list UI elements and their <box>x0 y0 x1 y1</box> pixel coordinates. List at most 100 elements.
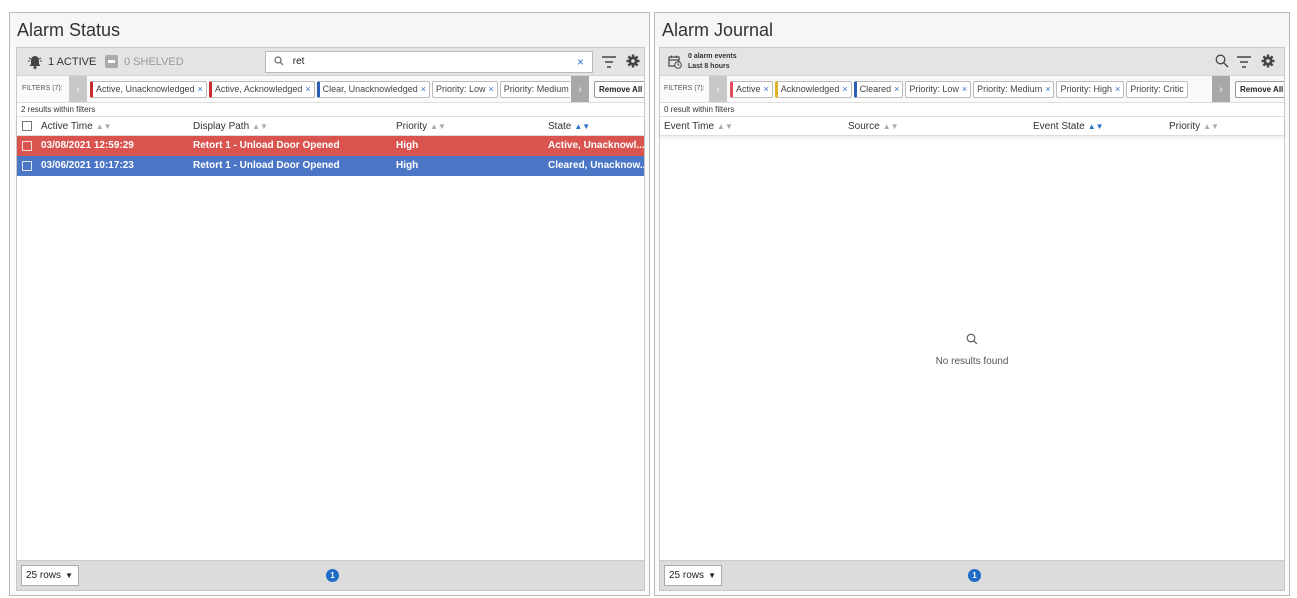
filter-chip[interactable]: Priority: Low × <box>431 81 498 98</box>
chevron-right-icon: › <box>1219 84 1223 95</box>
page-1-button[interactable]: 1 <box>326 569 339 582</box>
sort-icon: ▲▼ <box>882 122 899 131</box>
alarm-events-count[interactable]: 0 alarm events <box>688 53 737 60</box>
close-icon[interactable]: × <box>764 84 769 94</box>
search-icon <box>966 333 978 345</box>
column-label: Event State <box>1033 121 1085 132</box>
alarm-journal-title: Alarm Journal <box>655 13 1289 47</box>
search-icon <box>274 56 284 66</box>
cell-active-time: 03/06/2021 10:17:23 <box>41 160 134 171</box>
filters-scroll-left[interactable]: ‹ <box>709 76 727 102</box>
row-checkbox[interactable] <box>22 141 32 151</box>
filter-chip[interactable]: Clear, Unacknowledged × <box>316 81 430 98</box>
active-count[interactable]: 1 ACTIVE <box>48 56 96 68</box>
column-label: State <box>548 121 572 132</box>
filters-scroll-left[interactable]: ‹ <box>69 76 87 102</box>
close-icon[interactable]: × <box>198 84 203 94</box>
filter-icon[interactable] <box>1237 56 1251 68</box>
page-1-button[interactable]: 1 <box>968 569 981 582</box>
filter-chips: Active, Unacknowledged × Active, Acknowled… <box>90 81 570 98</box>
cell-state: Cleared, Unacknow... <box>548 160 644 171</box>
close-icon[interactable]: × <box>489 84 494 94</box>
cell-state: Active, Unacknowl... <box>548 140 644 151</box>
alarm-status-panel: Alarm Status 1 ACTIVE 0 SHELVED ret × FI… <box>9 12 650 596</box>
filter-chip[interactable]: Active, Acknowledged × <box>208 81 315 98</box>
table-footer: 25 rows ▼ 1 <box>17 560 644 590</box>
caret-down-icon: ▼ <box>65 571 73 580</box>
gear-icon[interactable] <box>1261 54 1275 68</box>
filters-scroll-right[interactable]: › <box>571 76 589 102</box>
cell-active-time: 03/08/2021 12:59:29 <box>41 140 134 151</box>
close-icon[interactable]: × <box>305 84 310 94</box>
table-row[interactable]: 03/08/2021 12:59:29 Retort 1 - Unload Do… <box>17 136 644 156</box>
calendar-clock-icon[interactable] <box>668 55 682 69</box>
filter-chip[interactable]: Cleared × <box>853 81 904 98</box>
filter-icon[interactable] <box>602 56 616 68</box>
search-input[interactable]: ret × <box>265 51 593 73</box>
search-icon[interactable] <box>1215 54 1229 68</box>
date-range-label[interactable]: Last 8 hours <box>688 63 730 70</box>
filter-chip[interactable]: Active × <box>730 81 773 98</box>
chip-label: Priority: Medium <box>503 84 569 94</box>
shelved-icon[interactable] <box>105 55 118 68</box>
results-count: 2 results within filters <box>17 103 644 117</box>
gear-icon[interactable] <box>626 54 640 68</box>
row-checkbox[interactable] <box>22 161 32 171</box>
filter-chip[interactable]: Priority: Critic <box>1126 81 1188 98</box>
clear-search-icon[interactable]: × <box>577 52 584 72</box>
column-active-time[interactable]: Active Time ▲▼ <box>41 117 112 136</box>
close-icon[interactable]: × <box>894 84 899 94</box>
chevron-left-icon: ‹ <box>76 84 80 95</box>
rows-per-page-select[interactable]: 25 rows ▼ <box>21 565 79 586</box>
close-icon[interactable]: × <box>962 84 967 94</box>
column-label: Display Path <box>193 121 250 132</box>
column-source[interactable]: Source ▲▼ <box>848 117 899 136</box>
filter-chip[interactable]: Acknowledged × <box>774 81 852 98</box>
sort-icon: ▲▼ <box>717 122 733 131</box>
chip-label: Active <box>736 84 761 94</box>
table-row[interactable]: 03/06/2021 10:17:23 Retort 1 - Unload Do… <box>17 156 644 176</box>
sort-icon: ▲▼ <box>95 122 112 131</box>
caret-down-icon: ▼ <box>708 571 716 580</box>
bell-icon[interactable] <box>27 54 43 70</box>
close-icon[interactable]: × <box>842 84 847 94</box>
column-priority[interactable]: Priority ▲▼ <box>396 117 446 136</box>
remove-all-button[interactable]: Remove All <box>594 81 644 98</box>
empty-state: No results found <box>660 333 1284 367</box>
chevron-left-icon: ‹ <box>716 84 720 95</box>
alarm-status-table-container: 1 ACTIVE 0 SHELVED ret × FILTERS (7): ‹ … <box>16 47 645 591</box>
remove-all-button[interactable]: Remove All <box>1235 81 1284 98</box>
chevron-right-icon: › <box>578 84 582 95</box>
filter-chip[interactable]: Priority: Low × <box>905 81 972 98</box>
alarm-journal-filterbar: FILTERS (7): ‹ Active × Acknowledged × Clear… <box>660 76 1284 103</box>
filter-chip[interactable]: Priority: Medium× <box>973 81 1055 98</box>
chip-label: Acknowledged <box>780 84 840 94</box>
alarm-journal-table-container: 0 alarm events Last 8 hours FILTERS (7):… <box>659 47 1285 591</box>
close-icon[interactable]: × <box>1045 84 1050 94</box>
filter-chip[interactable]: Priority: Medium× <box>499 81 570 98</box>
select-all-checkbox[interactable] <box>22 121 32 131</box>
column-priority[interactable]: Priority ▲▼ <box>1169 117 1219 136</box>
close-icon[interactable]: × <box>1115 84 1120 94</box>
column-label: Active Time <box>41 121 93 132</box>
shelved-count[interactable]: 0 SHELVED <box>124 56 184 68</box>
chip-label: Priority: Low <box>909 84 959 94</box>
no-results-text: No results found <box>935 356 1009 367</box>
column-display-path[interactable]: Display Path ▲▼ <box>193 117 268 136</box>
close-icon[interactable]: × <box>421 84 426 94</box>
column-state[interactable]: State ▲▼ <box>548 117 590 136</box>
sort-icon: ▲▼ <box>252 122 268 131</box>
rows-per-page-select[interactable]: 25 rows ▼ <box>664 565 722 586</box>
chip-label: Priority: Low <box>435 84 486 94</box>
chip-label: Clear, Unacknowledged <box>322 84 418 94</box>
cell-display-path: Retort 1 - Unload Door Opened <box>193 160 340 171</box>
column-event-time[interactable]: Event Time ▲▼ <box>664 117 733 136</box>
table-header: Active Time ▲▼ Display Path ▲▼ Priority ▲▼ … <box>17 117 644 136</box>
filters-scroll-right[interactable]: › <box>1212 76 1230 102</box>
filter-chip[interactable]: Active, Unacknowledged × <box>90 81 207 98</box>
chip-label: Priority: Critic <box>1130 84 1184 94</box>
filter-chip[interactable]: Priority: High × <box>1056 81 1125 98</box>
column-event-state[interactable]: Event State ▲▼ <box>1033 117 1104 136</box>
table-footer: 25 rows ▼ 1 <box>660 560 1284 590</box>
chip-label: Priority: Medium <box>977 84 1043 94</box>
